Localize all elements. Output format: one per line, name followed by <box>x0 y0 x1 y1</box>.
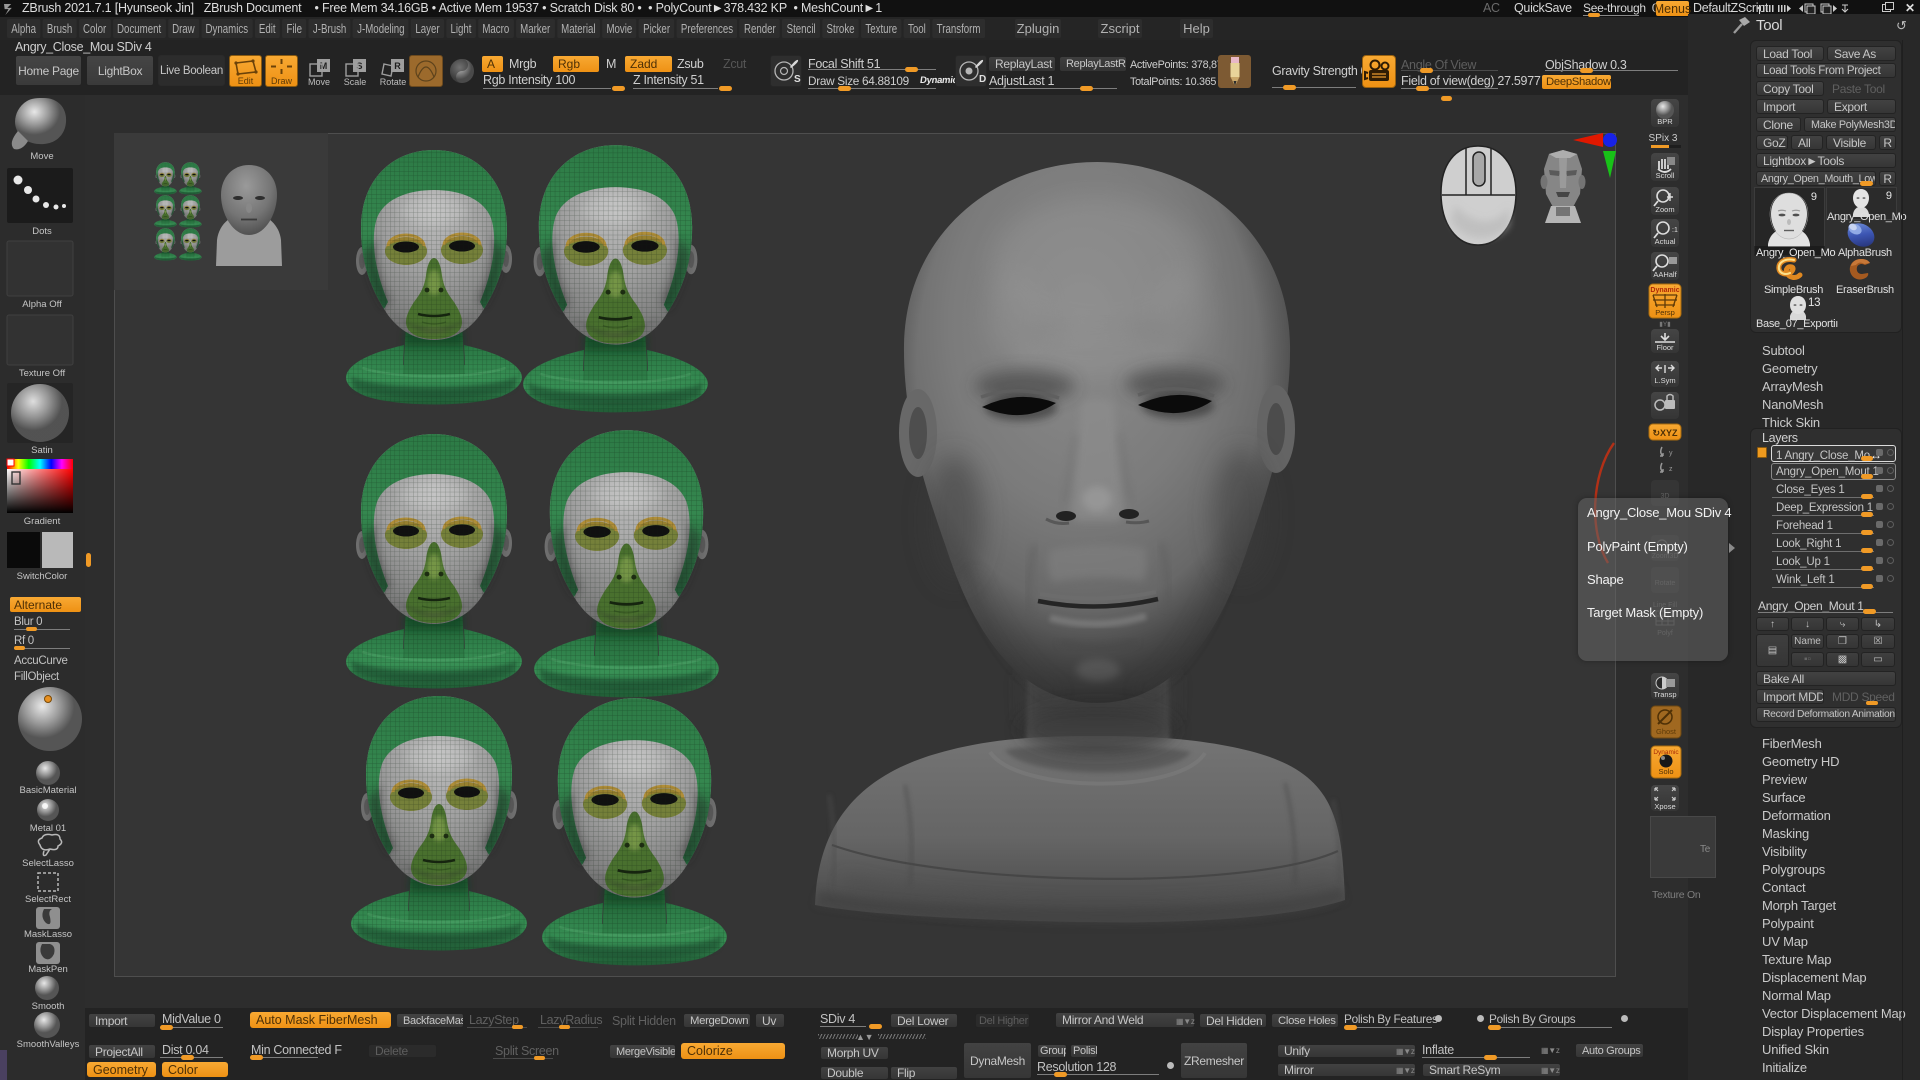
svg-text:Smooth: Smooth <box>32 1001 65 1012</box>
svg-text:Alpha Off: Alpha Off <box>22 299 62 310</box>
svg-text:Solo: Solo <box>1658 767 1673 776</box>
svg-text:Dots: Dots <box>32 226 52 237</box>
svg-text:Scroll: Scroll <box>1656 171 1675 180</box>
svg-text:Ghost: Ghost <box>1656 727 1677 736</box>
svg-text:Gradient: Gradient <box>24 516 61 527</box>
svg-text:Scale: Scale <box>344 77 367 87</box>
svg-text:SPix 3: SPix 3 <box>1649 133 1678 144</box>
svg-text:Actual: Actual <box>1655 237 1676 246</box>
svg-text:MaskLasso: MaskLasso <box>24 929 72 940</box>
svg-text:Persp: Persp <box>1655 308 1675 317</box>
svg-text:BPR: BPR <box>1657 117 1673 126</box>
svg-text:Texture Off: Texture Off <box>19 368 66 379</box>
svg-text:AAHalf: AAHalf <box>1653 270 1677 279</box>
svg-text:SelectRect: SelectRect <box>25 894 71 905</box>
svg-text:Move: Move <box>30 151 53 162</box>
svg-text:9: 9 <box>1886 190 1892 202</box>
svg-text:SmoothValleys: SmoothValleys <box>17 1039 80 1050</box>
svg-text::1: :1 <box>1672 227 1678 234</box>
svg-text:Zoom: Zoom <box>1655 205 1674 214</box>
svg-text:Draw: Draw <box>271 76 293 86</box>
svg-text:Move: Move <box>308 77 330 87</box>
svg-text:Metal 01: Metal 01 <box>30 823 66 834</box>
svg-text:SwitchColor: SwitchColor <box>17 571 68 582</box>
svg-text:y: y <box>1669 450 1673 457</box>
svg-text:L.Sym: L.Sym <box>1654 376 1675 385</box>
svg-text:Satin: Satin <box>31 445 53 456</box>
svg-text:M: M <box>320 61 328 71</box>
svg-text:Dynamic: Dynamic <box>1650 287 1679 294</box>
svg-text:Transp: Transp <box>1653 690 1676 699</box>
svg-text:MaskPen: MaskPen <box>28 964 68 975</box>
svg-text:Xpose: Xpose <box>1654 802 1675 811</box>
svg-text:Edit: Edit <box>238 76 254 86</box>
svg-text:S: S <box>794 74 801 85</box>
svg-text:R: R <box>394 61 401 71</box>
svg-text:D: D <box>979 74 986 85</box>
svg-text:Floor: Floor <box>1656 343 1674 352</box>
svg-text:SelectLasso: SelectLasso <box>22 858 74 869</box>
svg-text:z: z <box>1669 466 1673 473</box>
svg-text:↻XYZ: ↻XYZ <box>1652 428 1678 438</box>
svg-text:Rotate: Rotate <box>380 77 407 87</box>
svg-text:▮Y▮: ▮Y▮ <box>1659 321 1671 328</box>
svg-text:9: 9 <box>1811 191 1817 203</box>
svg-text:BasicMaterial: BasicMaterial <box>19 785 76 796</box>
